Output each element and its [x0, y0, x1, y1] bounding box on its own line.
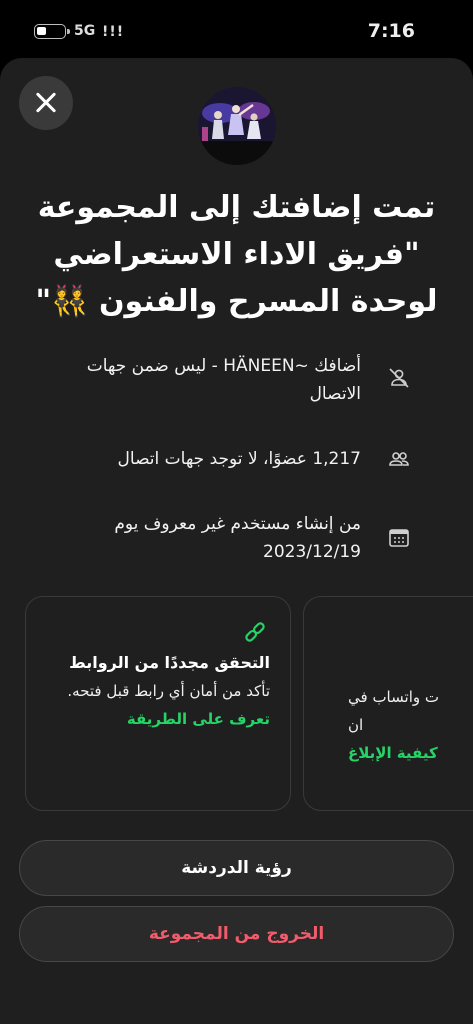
view-chat-button[interactable]: رؤية الدردشة: [19, 840, 454, 896]
created-text: من إنشاء مستخدم غير معروف يوم 2023/12/19: [114, 514, 361, 562]
group-avatar: [198, 87, 276, 165]
tip-card-links[interactable]: التحقق مجددًا من الروابط تأكد من أمان أي…: [25, 596, 291, 811]
tip-links-text: تأكد من أمان أي رابط قبل فتحه.: [67, 682, 270, 700]
group-title-line-1: تمت إضافتك إلى المجموعة: [37, 190, 436, 225]
link-icon: [245, 622, 265, 642]
tip-links-body: تأكد من أمان أي رابط قبل فتحه. تعرف على …: [40, 677, 270, 733]
members-text: 1,217 عضوًا، لا توجد جهات اتصال: [117, 449, 361, 469]
how-to-report-link[interactable]: كيفية الإبلاغ: [348, 739, 473, 767]
group-title-line-3: لوحدة المسرح والفنون 👯": [35, 284, 438, 319]
signal-icon: !!!: [102, 24, 125, 40]
group-title: تمت إضافتك إلى المجموعة "فريق الاداء الا…: [12, 184, 461, 325]
exit-group-button[interactable]: الخروج من المجموعة: [19, 906, 454, 962]
tip-card-report[interactable]: ت واتساب في ان كيفية الإبلاغ: [303, 596, 473, 811]
group-invite-sheet: تمت إضافتك إلى المجموعة "فريق الاداء الا…: [0, 58, 473, 1024]
battery-icon: [34, 24, 70, 39]
tip-links-title: التحقق مجددًا من الروابط: [69, 653, 270, 672]
person-off-icon: [389, 368, 409, 388]
tip-report-body: ت واتساب في ان كيفية الإبلاغ: [348, 683, 473, 767]
group-icon: [389, 452, 409, 466]
status-bar: 5G !!! 7:16: [0, 0, 473, 58]
learn-how-link[interactable]: تعرف على الطريقة: [127, 710, 270, 728]
close-button[interactable]: [19, 76, 73, 130]
clock: 7:16: [367, 20, 415, 42]
calendar-icon: [389, 529, 409, 547]
tips-carousel[interactable]: التحقق مجددًا من الروابط تأكد من أمان أي…: [0, 596, 473, 811]
group-title-line-2: "فريق الاداء الاستعراضي: [53, 237, 420, 272]
network-type: 5G: [74, 23, 96, 39]
added-by-text: أضافك ~HÄNEEN - ليس ضمن جهات الاتصال: [86, 356, 361, 404]
tip-report-line-1: ت واتساب في: [348, 688, 439, 706]
tip-report-line-2: ان: [348, 716, 364, 734]
